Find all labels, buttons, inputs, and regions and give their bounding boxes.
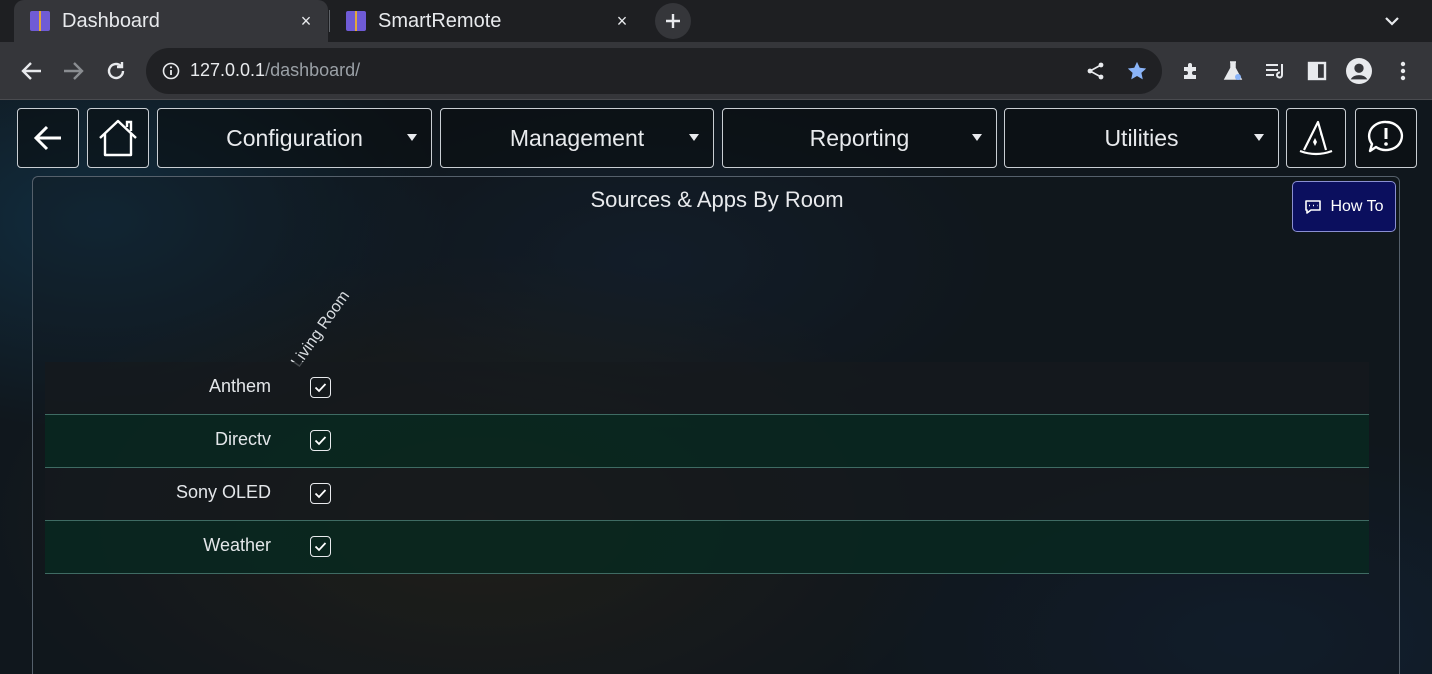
menu-label: Configuration bbox=[226, 124, 363, 151]
reload-button[interactable] bbox=[101, 57, 131, 85]
comment-icon bbox=[1305, 199, 1322, 214]
configuration-menu[interactable]: Configuration bbox=[157, 108, 432, 168]
site-info-icon[interactable] bbox=[160, 60, 182, 82]
row-label: Anthem bbox=[208, 376, 271, 396]
reload-icon bbox=[107, 62, 125, 80]
room-checkbox[interactable] bbox=[310, 483, 331, 504]
page-content: Configuration Management Reporting Utili… bbox=[0, 100, 1432, 674]
plus-icon bbox=[666, 14, 680, 28]
app-favicon-icon bbox=[346, 11, 366, 31]
row-label: Weather bbox=[203, 535, 271, 555]
arrow-left-icon bbox=[33, 125, 61, 151]
table-row: Directv bbox=[45, 415, 1369, 468]
labs-flask-icon[interactable] bbox=[1220, 58, 1246, 84]
room-checkbox[interactable] bbox=[310, 377, 331, 398]
home-button[interactable] bbox=[87, 108, 149, 168]
caret-down-icon bbox=[689, 134, 699, 141]
browser-menu-icon[interactable] bbox=[1390, 58, 1416, 84]
wizard-button[interactable] bbox=[1286, 108, 1346, 168]
sources-apps-panel: Sources & Apps By Room How To Living Roo… bbox=[32, 176, 1400, 674]
browser-tab-dashboard[interactable]: Dashboard × bbox=[14, 0, 328, 42]
table-row: Weather bbox=[45, 521, 1369, 574]
bookmark-star-icon[interactable] bbox=[1124, 58, 1150, 84]
management-menu[interactable]: Management bbox=[440, 108, 714, 168]
caret-down-icon bbox=[972, 134, 982, 141]
how-to-label: How To bbox=[1330, 197, 1384, 215]
row-label: Directv bbox=[214, 429, 271, 449]
app-navbar: Configuration Management Reporting Utili… bbox=[0, 100, 1432, 172]
arrow-right-icon bbox=[64, 62, 84, 80]
reporting-menu[interactable]: Reporting bbox=[722, 108, 997, 168]
close-tab-icon[interactable]: × bbox=[294, 9, 318, 33]
side-panel-icon[interactable] bbox=[1304, 58, 1330, 84]
menu-label: Utilities bbox=[1104, 124, 1179, 151]
address-bar[interactable]: 127.0.0.1/dashboard/ bbox=[146, 48, 1162, 94]
alert-speech-bubble-icon bbox=[1367, 120, 1404, 153]
room-checkbox[interactable] bbox=[310, 536, 331, 557]
share-icon[interactable] bbox=[1084, 59, 1108, 83]
app-favicon-icon bbox=[30, 11, 50, 31]
check-icon bbox=[314, 383, 327, 393]
room-checkbox[interactable] bbox=[310, 430, 331, 451]
caret-down-icon bbox=[1254, 134, 1264, 141]
column-header-living-room: Living Room bbox=[288, 287, 354, 371]
chevron-down-icon bbox=[1385, 17, 1399, 26]
forward-button[interactable] bbox=[58, 57, 88, 85]
extensions-puzzle-icon[interactable] bbox=[1178, 58, 1204, 84]
browser-tab-smartremote[interactable]: SmartRemote × bbox=[330, 0, 644, 42]
menu-label: Management bbox=[509, 124, 645, 151]
panel-title: Sources & Apps By Room bbox=[590, 187, 844, 212]
utilities-menu[interactable]: Utilities bbox=[1004, 108, 1279, 168]
wizard-hat-icon bbox=[1299, 120, 1333, 156]
how-to-button[interactable]: How To bbox=[1292, 181, 1396, 232]
url-path: /dashboard/ bbox=[265, 60, 361, 80]
source-room-grid: Anthem Directv Sony OLED Weather bbox=[45, 362, 1369, 574]
reading-list-icon[interactable] bbox=[1262, 58, 1288, 84]
tab-search-button[interactable] bbox=[1380, 9, 1404, 33]
close-tab-icon[interactable]: × bbox=[610, 9, 634, 33]
new-tab-button[interactable] bbox=[655, 3, 691, 39]
feedback-button[interactable] bbox=[1355, 108, 1417, 168]
table-row: Anthem bbox=[45, 362, 1369, 415]
arrow-left-icon bbox=[21, 62, 41, 80]
profile-avatar-icon[interactable] bbox=[1346, 58, 1372, 84]
caret-down-icon bbox=[407, 134, 417, 141]
browser-tab-strip: Dashboard × SmartRemote × bbox=[0, 0, 1432, 42]
browser-toolbar: 127.0.0.1/dashboard/ bbox=[0, 42, 1432, 100]
menu-label: Reporting bbox=[809, 124, 910, 151]
check-icon bbox=[314, 489, 327, 499]
tab-title: SmartRemote bbox=[378, 9, 502, 32]
table-row: Sony OLED bbox=[45, 468, 1369, 521]
back-button[interactable] bbox=[17, 57, 47, 85]
url-text[interactable]: 127.0.0.1/dashboard/ bbox=[190, 60, 360, 81]
row-label: Sony OLED bbox=[175, 482, 271, 502]
home-icon bbox=[99, 119, 137, 157]
check-icon bbox=[314, 542, 327, 552]
check-icon bbox=[314, 436, 327, 446]
tab-title: Dashboard bbox=[62, 9, 160, 32]
url-host: 127.0.0.1 bbox=[190, 60, 266, 80]
back-nav-button[interactable] bbox=[17, 108, 79, 168]
